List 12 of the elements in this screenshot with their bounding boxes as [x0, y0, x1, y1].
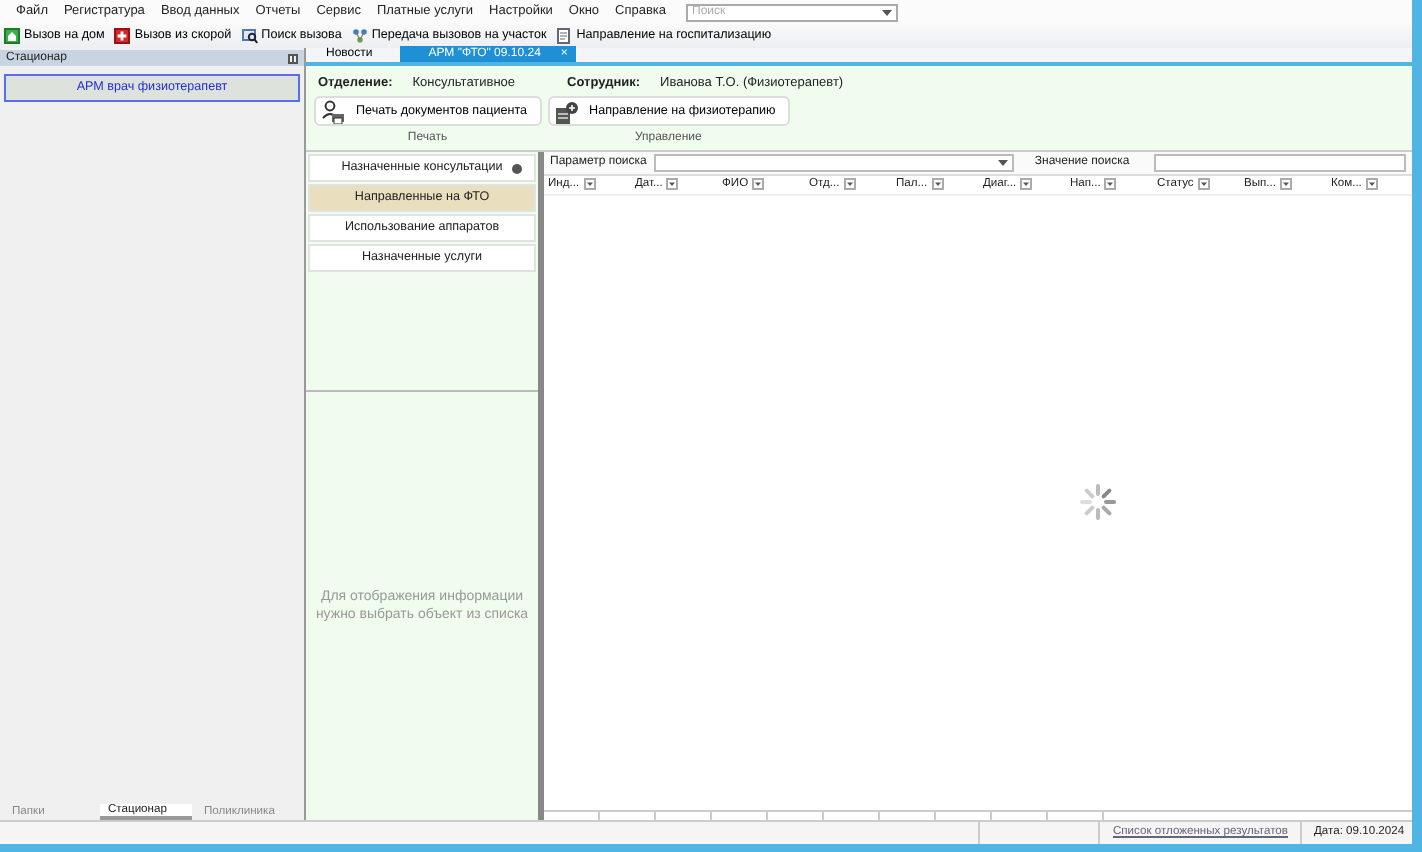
document-add-icon [553, 99, 578, 123]
cross-icon [114, 28, 131, 44]
search-parameter-dropdown[interactable] [654, 153, 1015, 172]
dropdown-arrow-icon [998, 158, 1009, 167]
dropdown-arrow-icon [882, 8, 893, 16]
person-printer-icon [320, 99, 344, 123]
pin-icon [288, 53, 298, 63]
search-icon [241, 28, 258, 44]
network-icon [351, 28, 368, 44]
document-icon [556, 28, 573, 44]
search-value-field[interactable] [1153, 153, 1406, 172]
house-icon [4, 28, 20, 44]
